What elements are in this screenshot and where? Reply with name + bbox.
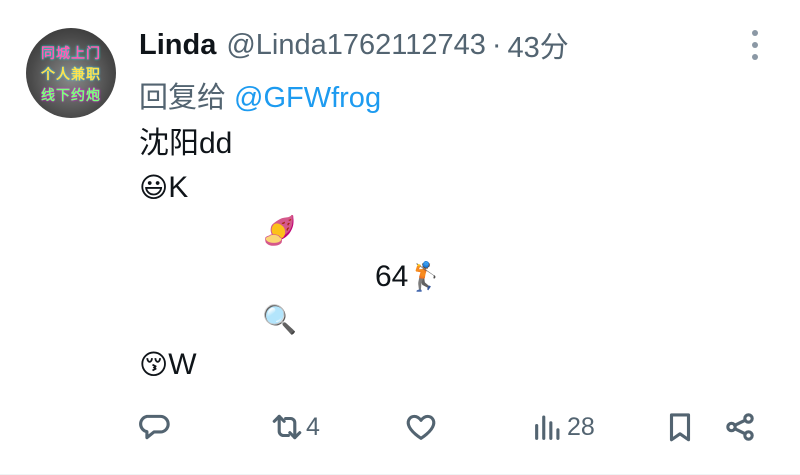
- sweet-potato-emoji: 🍠: [262, 214, 297, 247]
- separator-dot: ·: [491, 28, 502, 61]
- views-button[interactable]: 28: [531, 405, 595, 449]
- bookmark-button[interactable]: [663, 405, 697, 449]
- text-span: W: [168, 348, 197, 381]
- reply-icon: [139, 414, 170, 440]
- action-bar: 4 28: [0, 405, 800, 449]
- display-name[interactable]: Linda: [139, 29, 216, 62]
- golfer-emoji: 🏌: [408, 260, 444, 293]
- text-span: 沈阳dd: [139, 127, 233, 160]
- like-icon: [406, 414, 436, 440]
- avatar[interactable]: 同城上门 个人兼职 线下约炮: [26, 28, 116, 118]
- reply-prefix: 回复给: [139, 82, 227, 114]
- mention-link[interactable]: @GFWfrog: [234, 82, 381, 114]
- timestamp[interactable]: 43分: [508, 24, 569, 66]
- tweet-header: Linda @Linda1762112743 · 43分: [139, 25, 569, 65]
- kissing-face-emoji: 😚: [139, 348, 169, 381]
- text-span: K: [168, 171, 189, 204]
- share-button[interactable]: [723, 405, 757, 449]
- text-span: 64: [375, 260, 409, 293]
- avatar-text-line: 同城上门: [41, 46, 101, 62]
- tweet-text-line: 😃K: [139, 170, 188, 206]
- tweet-text-line: 🔍: [262, 302, 297, 338]
- avatar-text-line: 线下约炮: [41, 88, 101, 104]
- retweet-icon: [272, 414, 302, 440]
- retweet-count: 4: [306, 412, 320, 441]
- tweet-text-line: 64🏌: [375, 259, 443, 295]
- user-handle[interactable]: @Linda1762112743: [226, 29, 486, 62]
- share-icon: [726, 413, 754, 441]
- tweet-text-line: 😚W: [139, 347, 197, 383]
- retweet-button[interactable]: 4: [270, 405, 320, 449]
- reply-button[interactable]: [137, 405, 173, 449]
- views-count: 28: [567, 412, 595, 441]
- tweet-text-line: 🍠: [262, 213, 297, 249]
- views-icon: [535, 415, 560, 440]
- bookmark-icon: [669, 413, 691, 442]
- like-button[interactable]: [404, 405, 440, 449]
- reply-to: 回复给 @GFWfrog: [139, 74, 381, 116]
- avatar-text-line: 个人兼职: [41, 67, 101, 83]
- tweet-card[interactable]: 同城上门 个人兼职 线下约炮 Linda @Linda1762112743 · …: [0, 0, 800, 475]
- smiley-emoji: 😃: [139, 171, 169, 204]
- magnifier-emoji: 🔍: [262, 303, 297, 336]
- tweet-text-line: 沈阳dd: [139, 126, 232, 162]
- more-icon[interactable]: [749, 30, 761, 66]
